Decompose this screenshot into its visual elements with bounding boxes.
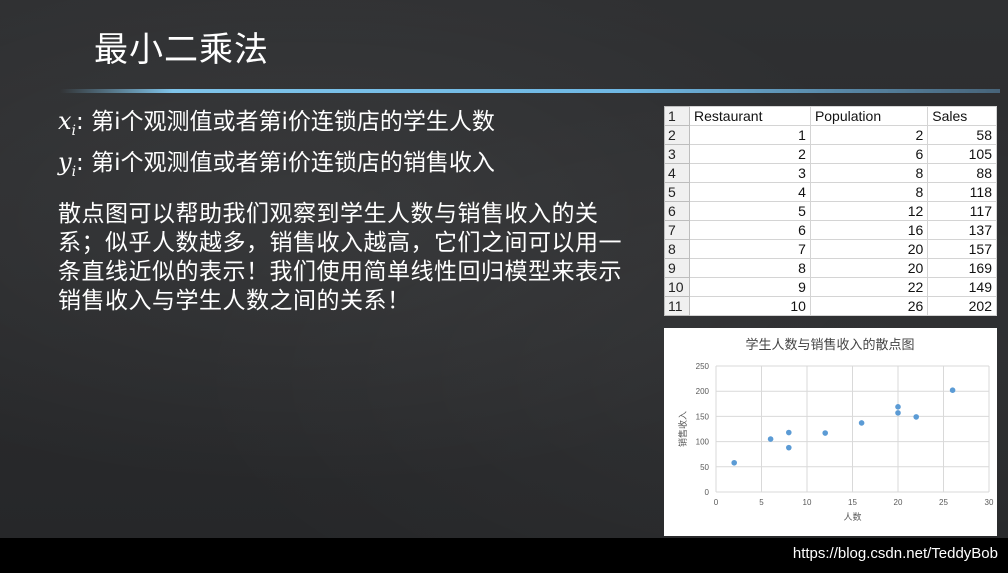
table-row: 3 2 6 105 bbox=[664, 144, 997, 164]
column-header: Restaurant bbox=[689, 106, 811, 126]
table-cell: 16 bbox=[809, 220, 929, 240]
table-cell: 22 bbox=[809, 277, 929, 297]
y-tick-label: 50 bbox=[700, 463, 709, 472]
data-point bbox=[895, 410, 901, 416]
y-tick-label: 0 bbox=[705, 488, 710, 497]
table-row: 4 3 8 88 bbox=[664, 163, 997, 183]
table-cell: 2 bbox=[689, 144, 811, 164]
def-x: xi: 第i个观测值或者第i价连锁店的学生人数 bbox=[58, 106, 495, 147]
table-cell: 1 bbox=[689, 125, 811, 145]
spreadsheet-table: 1 Restaurant Population Sales 2 1 2 58 3 2 6 105 4 3 8… bbox=[664, 106, 997, 316]
def-x-text: : 第i个观测值或者第i价连锁店的学生人数 bbox=[76, 109, 495, 135]
def-y: yi: 第i个观测值或者第i价连锁店的销售收入 bbox=[58, 147, 495, 188]
table-cell: 5 bbox=[689, 201, 811, 221]
column-header: Population bbox=[809, 106, 929, 126]
title-divider bbox=[60, 89, 1000, 93]
data-point bbox=[858, 420, 865, 426]
data-point bbox=[913, 414, 919, 420]
table-cell: 20 bbox=[809, 239, 929, 259]
row-number: 1 bbox=[664, 106, 690, 126]
row-number: 3 bbox=[664, 144, 690, 164]
x-tick-label: 10 bbox=[803, 498, 812, 507]
table-cell: 2 bbox=[809, 125, 929, 145]
data-point bbox=[822, 430, 828, 436]
data-point bbox=[731, 459, 737, 466]
table-cell: 149 bbox=[927, 277, 997, 297]
table-cell: 137 bbox=[927, 220, 997, 240]
data-point bbox=[895, 404, 901, 410]
row-number: 2 bbox=[664, 125, 690, 145]
row-number: 8 bbox=[664, 239, 690, 259]
table-cell: 105 bbox=[927, 144, 997, 164]
y-tick-label: 150 bbox=[696, 412, 710, 421]
table-cell: 202 bbox=[927, 296, 997, 316]
column-header: Sales bbox=[927, 106, 997, 126]
table-cell: 4 bbox=[689, 182, 811, 202]
table-cell: 6 bbox=[809, 144, 929, 164]
data-table: 1 Restaurant Population Sales 2 1 2 58 3 2 6 105 4 3 8… bbox=[664, 106, 997, 316]
y-tick-label: 200 bbox=[696, 387, 710, 396]
table-cell: 8 bbox=[809, 182, 929, 202]
table-cell: 6 bbox=[689, 220, 811, 240]
def-y-text: : 第i个观测值或者第i价连锁店的销售收入 bbox=[76, 149, 495, 176]
x-axis-label: 人数 bbox=[843, 511, 861, 523]
x-tick-label: 25 bbox=[939, 498, 948, 507]
table-cell: 8 bbox=[809, 163, 929, 183]
table-cell: 58 bbox=[927, 125, 997, 145]
table-row: 6 5 12 117 bbox=[664, 201, 997, 221]
table-row: 2 1 2 58 bbox=[664, 125, 997, 145]
row-number: 5 bbox=[664, 182, 690, 202]
table-cell: 9 bbox=[689, 277, 811, 297]
table-cell: 88 bbox=[927, 163, 997, 183]
row-number: 7 bbox=[664, 220, 690, 240]
table-row: 11 10 26 202 bbox=[664, 296, 997, 316]
table-cell: 157 bbox=[927, 239, 997, 259]
row-number: 4 bbox=[664, 163, 690, 183]
table-cell: 20 bbox=[809, 258, 929, 278]
table-row: 9 8 20 169 bbox=[664, 258, 997, 278]
y-axis-label: 销售收入 bbox=[677, 411, 689, 447]
scatter-chart-svg: 学生人数与销售收入的散点图 0 50 100 150 200 250 0 5 10 15 20 25 30… bbox=[677, 337, 994, 523]
data-point bbox=[949, 387, 956, 393]
x-tick-label: 30 bbox=[985, 498, 994, 507]
var-x: xi bbox=[58, 107, 77, 139]
table-cell: 26 bbox=[809, 296, 929, 316]
variable-definitions: xi: 第i个观测值或者第i价连锁店的学生人数 yi: 第i个观测值或者第i价连… bbox=[58, 106, 495, 188]
table-cell: 8 bbox=[689, 258, 811, 278]
table-cell: 12 bbox=[809, 201, 929, 221]
data-point bbox=[767, 436, 774, 442]
table-row: 5 4 8 118 bbox=[664, 182, 997, 202]
data-point bbox=[786, 429, 792, 436]
watermark: https://blog.csdn.net/TeddyBob bbox=[792, 545, 998, 562]
row-number: 6 bbox=[664, 201, 690, 221]
table-row: 7 6 16 137 bbox=[664, 220, 997, 240]
row-number: 9 bbox=[664, 258, 690, 278]
x-tick-label: 5 bbox=[759, 498, 764, 507]
var-y: yi bbox=[58, 147, 77, 180]
table-row: 8 7 20 157 bbox=[664, 239, 997, 259]
table-header-row: 1 Restaurant Population Sales bbox=[664, 106, 997, 126]
table-cell: 7 bbox=[689, 239, 811, 259]
x-tick-label: 0 bbox=[714, 498, 719, 507]
table-cell: 10 bbox=[689, 296, 811, 316]
slide-title: 最小二乘法 bbox=[94, 30, 269, 70]
data-point bbox=[786, 444, 792, 451]
explanation-paragraph: 散点图可以帮助我们观察到学生人数与销售收入的关系；似乎人数越多，销售收入越高，它… bbox=[58, 201, 622, 314]
y-tick-label: 250 bbox=[696, 362, 710, 371]
scatter-chart: 学生人数与销售收入的散点图 0 50 100 150 200 250 0 5 10 15 20 25 30… bbox=[664, 328, 997, 536]
row-number: 10 bbox=[664, 277, 690, 297]
x-tick-label: 15 bbox=[848, 498, 857, 507]
table-cell: 169 bbox=[927, 258, 997, 278]
table-cell: 118 bbox=[927, 182, 997, 202]
table-row: 10 9 22 149 bbox=[664, 277, 997, 297]
table-cell: 3 bbox=[689, 163, 811, 183]
x-tick-label: 20 bbox=[894, 498, 903, 507]
chart-title: 学生人数与销售收入的散点图 bbox=[745, 337, 914, 353]
table-cell: 117 bbox=[927, 201, 997, 221]
row-number: 11 bbox=[664, 296, 690, 316]
y-tick-label: 100 bbox=[696, 438, 710, 447]
